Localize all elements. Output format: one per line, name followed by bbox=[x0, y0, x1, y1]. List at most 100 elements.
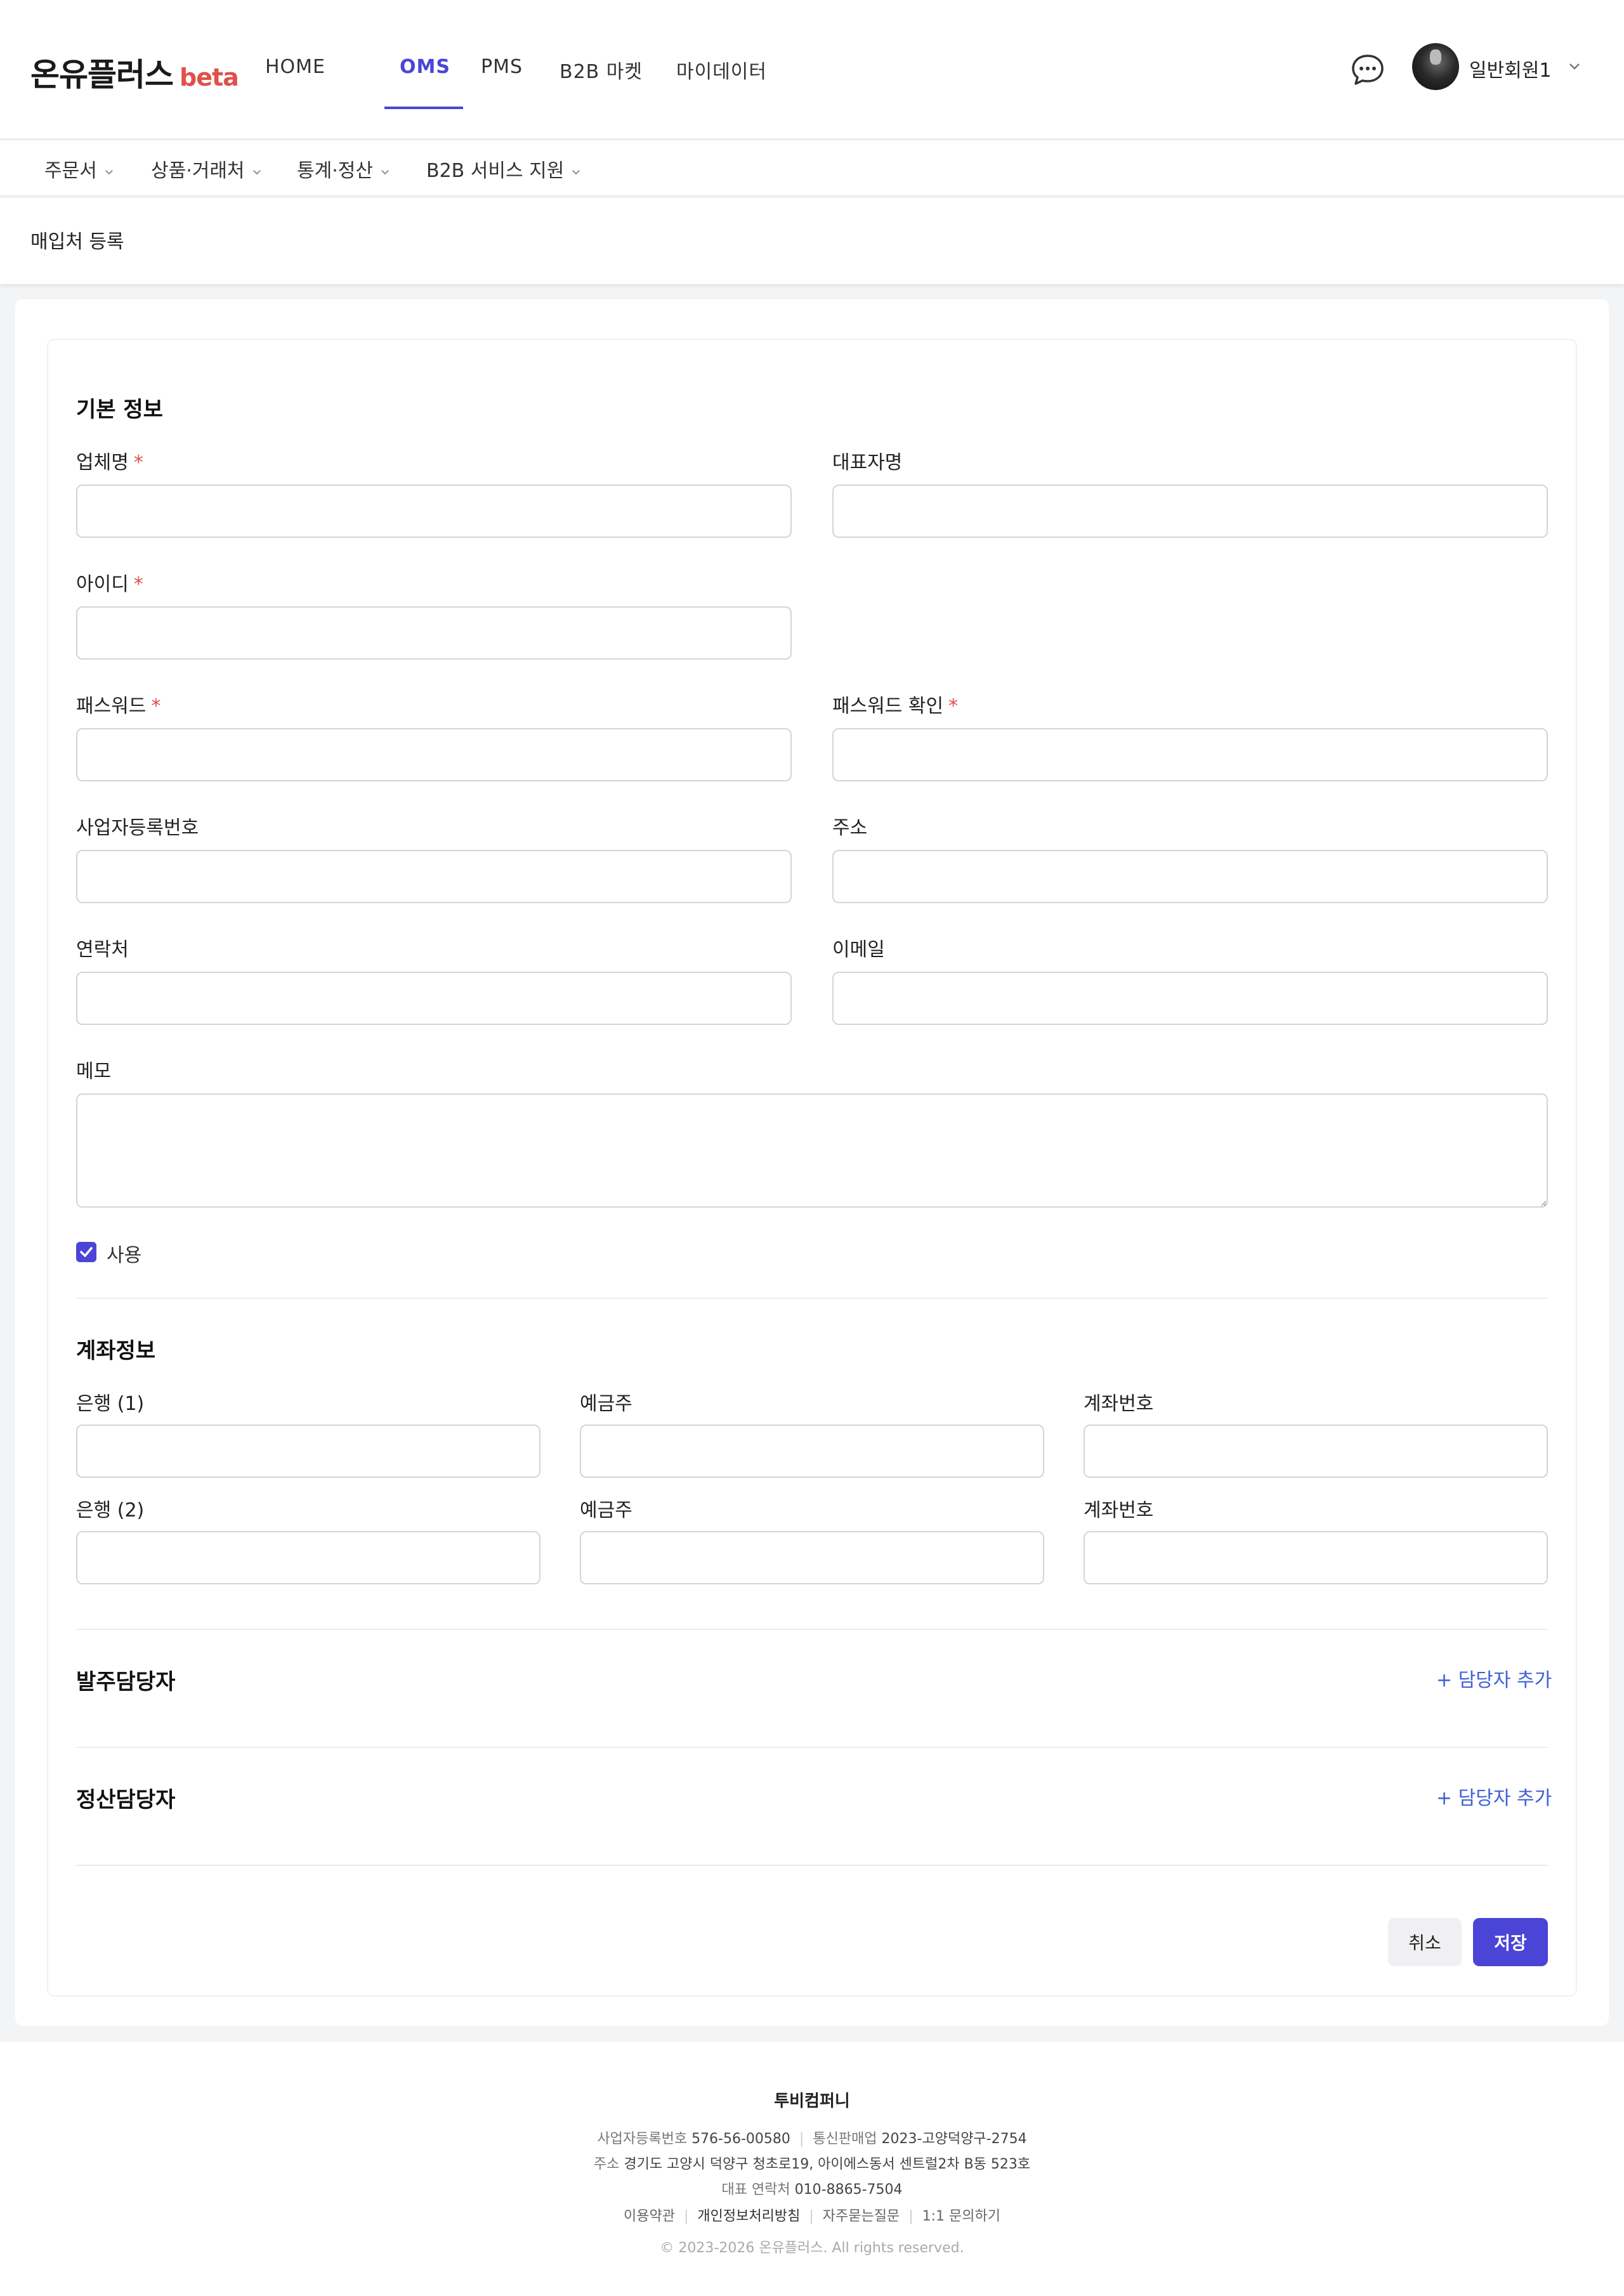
basic-info-title: 기본 정보 bbox=[76, 397, 163, 422]
ceo-name-input[interactable] bbox=[832, 485, 1548, 538]
logo[interactable]: 온유플러스 beta bbox=[30, 49, 239, 95]
chevron-down-icon bbox=[105, 169, 113, 174]
footer-ecommerce: 2023-고양덕양구-2754 bbox=[881, 2131, 1027, 2147]
password-label-text: 패스워드 bbox=[76, 695, 147, 717]
footer-link-privacy[interactable]: 개인정보처리방침 bbox=[697, 2208, 800, 2224]
use-checkbox-label[interactable]: 사용 bbox=[107, 1239, 141, 1267]
logo-beta-badge: beta bbox=[180, 63, 239, 91]
ceo-name-label: 대표자명 bbox=[832, 452, 903, 474]
top-header: 온유플러스 beta HOME OMS PMS B2B 마켓 마이데이터 일반회원… bbox=[0, 0, 1624, 140]
divider bbox=[76, 1747, 1548, 1748]
id-label: 아이디 * bbox=[76, 568, 143, 596]
subnav-b2b-support[interactable]: B2B 서비스 지원 bbox=[426, 155, 582, 183]
use-checkbox[interactable] bbox=[76, 1242, 96, 1262]
add-settle-manager-button[interactable]: + 담당자 추가 bbox=[1436, 1782, 1552, 1810]
subnav-order[interactable]: 주문서 bbox=[44, 155, 115, 183]
password-label: 패스워드 * bbox=[76, 690, 160, 718]
chevron-down-icon bbox=[252, 169, 261, 174]
biz-number-input[interactable] bbox=[76, 850, 792, 903]
nav-oms[interactable]: OMS bbox=[400, 56, 450, 78]
footer-copyright: © 2023-2026 온유플러스. All rights reserved. bbox=[660, 2240, 964, 2256]
footer: 투비컴퍼니 사업자등록번호 576-56-00580 | 통신판매업 2023-고양… bbox=[0, 2042, 1624, 2296]
bank2-input[interactable] bbox=[76, 1531, 540, 1584]
password-input[interactable] bbox=[76, 728, 792, 781]
username[interactable]: 일반회원1 bbox=[1469, 55, 1552, 82]
footer-link-inquiry[interactable]: 1:1 문의하기 bbox=[922, 2208, 1000, 2224]
account-info-title: 계좌정보 bbox=[76, 1338, 156, 1364]
avatar[interactable] bbox=[1412, 43, 1459, 90]
required-mark: * bbox=[948, 695, 959, 717]
account-no1-label: 계좌번호 bbox=[1084, 1393, 1154, 1415]
footer-link-faq[interactable]: 자주묻는질문 bbox=[823, 2208, 900, 2224]
cancel-button[interactable]: 취소 bbox=[1388, 1918, 1462, 1966]
id-input[interactable] bbox=[76, 606, 792, 660]
nav-mydata[interactable]: 마이데이터 bbox=[676, 56, 767, 84]
nav-home[interactable]: HOME bbox=[265, 56, 325, 78]
nav-pms[interactable]: PMS bbox=[481, 56, 523, 78]
footer-links: 이용약관 | 개인정보처리방침 | 자주묻는질문 | 1:1 문의하기 bbox=[624, 2208, 1000, 2224]
divider bbox=[76, 1629, 1548, 1630]
chevron-down-icon bbox=[381, 169, 389, 174]
page-title: 매입처 등록 bbox=[30, 231, 124, 253]
sub-nav: 주문서 상품·거래처 통계·정산 B2B 서비스 지원 bbox=[0, 141, 1624, 197]
account-no2-input[interactable] bbox=[1084, 1531, 1548, 1584]
order-manager-title: 발주담당자 bbox=[76, 1669, 176, 1695]
phone-input[interactable] bbox=[76, 972, 792, 1025]
bank2-label: 은행 (2) bbox=[76, 1499, 145, 1522]
email-label: 이메일 bbox=[832, 939, 885, 961]
company-name-label: 업체명 * bbox=[76, 447, 143, 474]
chevron-down-icon bbox=[572, 169, 580, 174]
footer-biz-number: 576-56-00580 bbox=[691, 2131, 790, 2147]
footer-address: 경기도 고양시 덕양구 청초로19, 아이에스동서 센트럴2차 B동 523호 bbox=[624, 2156, 1031, 2172]
holder2-input[interactable] bbox=[580, 1531, 1044, 1584]
holder2-label: 예금주 bbox=[580, 1499, 632, 1522]
password-confirm-label-text: 패스워드 확인 bbox=[832, 695, 944, 717]
required-mark: * bbox=[133, 452, 143, 474]
password-confirm-label: 패스워드 확인 * bbox=[832, 690, 958, 718]
account-no2-label: 계좌번호 bbox=[1084, 1499, 1154, 1522]
chat-icon[interactable] bbox=[1350, 52, 1385, 88]
logo-text: 온유플러스 bbox=[30, 56, 174, 93]
subnav-b2b-support-label: B2B 서비스 지원 bbox=[426, 160, 565, 182]
account-no1-input[interactable] bbox=[1084, 1425, 1548, 1478]
email-input[interactable] bbox=[832, 972, 1548, 1025]
bank1-label: 은행 (1) bbox=[76, 1393, 145, 1415]
footer-address-line: 주소 경기도 고양시 덕양구 청초로19, 아이에스동서 센트럴2차 B동 52… bbox=[0, 2153, 1624, 2173]
subnav-stats-settle[interactable]: 통계·정산 bbox=[297, 155, 391, 183]
footer-phone: 010-8865-7504 bbox=[794, 2182, 903, 2198]
footer-link-terms[interactable]: 이용약관 bbox=[624, 2208, 675, 2224]
settle-manager-title: 정산담당자 bbox=[76, 1787, 176, 1813]
required-mark: * bbox=[133, 573, 143, 596]
add-order-manager-button[interactable]: + 담당자 추가 bbox=[1436, 1664, 1552, 1692]
footer-biz-number-label: 사업자등록번호 bbox=[597, 2131, 688, 2147]
company-name-label-text: 업체명 bbox=[76, 452, 129, 474]
nav-b2b-market[interactable]: B2B 마켓 bbox=[560, 56, 643, 84]
footer-address-label: 주소 bbox=[593, 2156, 620, 2172]
page-header: 매입처 등록 bbox=[0, 198, 1624, 284]
divider bbox=[76, 1865, 1548, 1866]
divider bbox=[76, 1298, 1548, 1299]
footer-company: 투비컴퍼니 bbox=[774, 2092, 850, 2111]
footer-ecommerce-label: 통신판매업 bbox=[813, 2131, 877, 2147]
phone-label: 연락처 bbox=[76, 939, 129, 961]
address-label: 주소 bbox=[832, 817, 868, 839]
password-confirm-input[interactable] bbox=[832, 728, 1548, 781]
id-label-text: 아이디 bbox=[76, 573, 129, 596]
save-button[interactable]: 저장 bbox=[1473, 1918, 1548, 1966]
footer-biz-line: 사업자등록번호 576-56-00580 | 통신판매업 2023-고양덕양구-27… bbox=[597, 2131, 1027, 2147]
subnav-order-label: 주문서 bbox=[44, 160, 97, 182]
company-name-input[interactable] bbox=[76, 485, 792, 538]
subnav-product-vendor[interactable]: 상품·거래처 bbox=[151, 155, 263, 183]
address-input[interactable] bbox=[832, 850, 1548, 903]
memo-textarea[interactable] bbox=[76, 1093, 1548, 1208]
subnav-stats-settle-label: 통계·정산 bbox=[297, 160, 373, 182]
holder1-label: 예금주 bbox=[580, 1393, 632, 1415]
bank1-input[interactable] bbox=[76, 1425, 540, 1478]
holder1-input[interactable] bbox=[580, 1425, 1044, 1478]
required-mark: * bbox=[151, 695, 161, 717]
check-icon bbox=[80, 1247, 93, 1257]
chevron-down-icon[interactable] bbox=[1567, 58, 1582, 74]
footer-phone-label: 대표 연락처 bbox=[721, 2182, 790, 2198]
footer-phone-line: 대표 연락처 010-8865-7504 bbox=[0, 2178, 1624, 2198]
active-nav-indicator bbox=[384, 107, 463, 109]
